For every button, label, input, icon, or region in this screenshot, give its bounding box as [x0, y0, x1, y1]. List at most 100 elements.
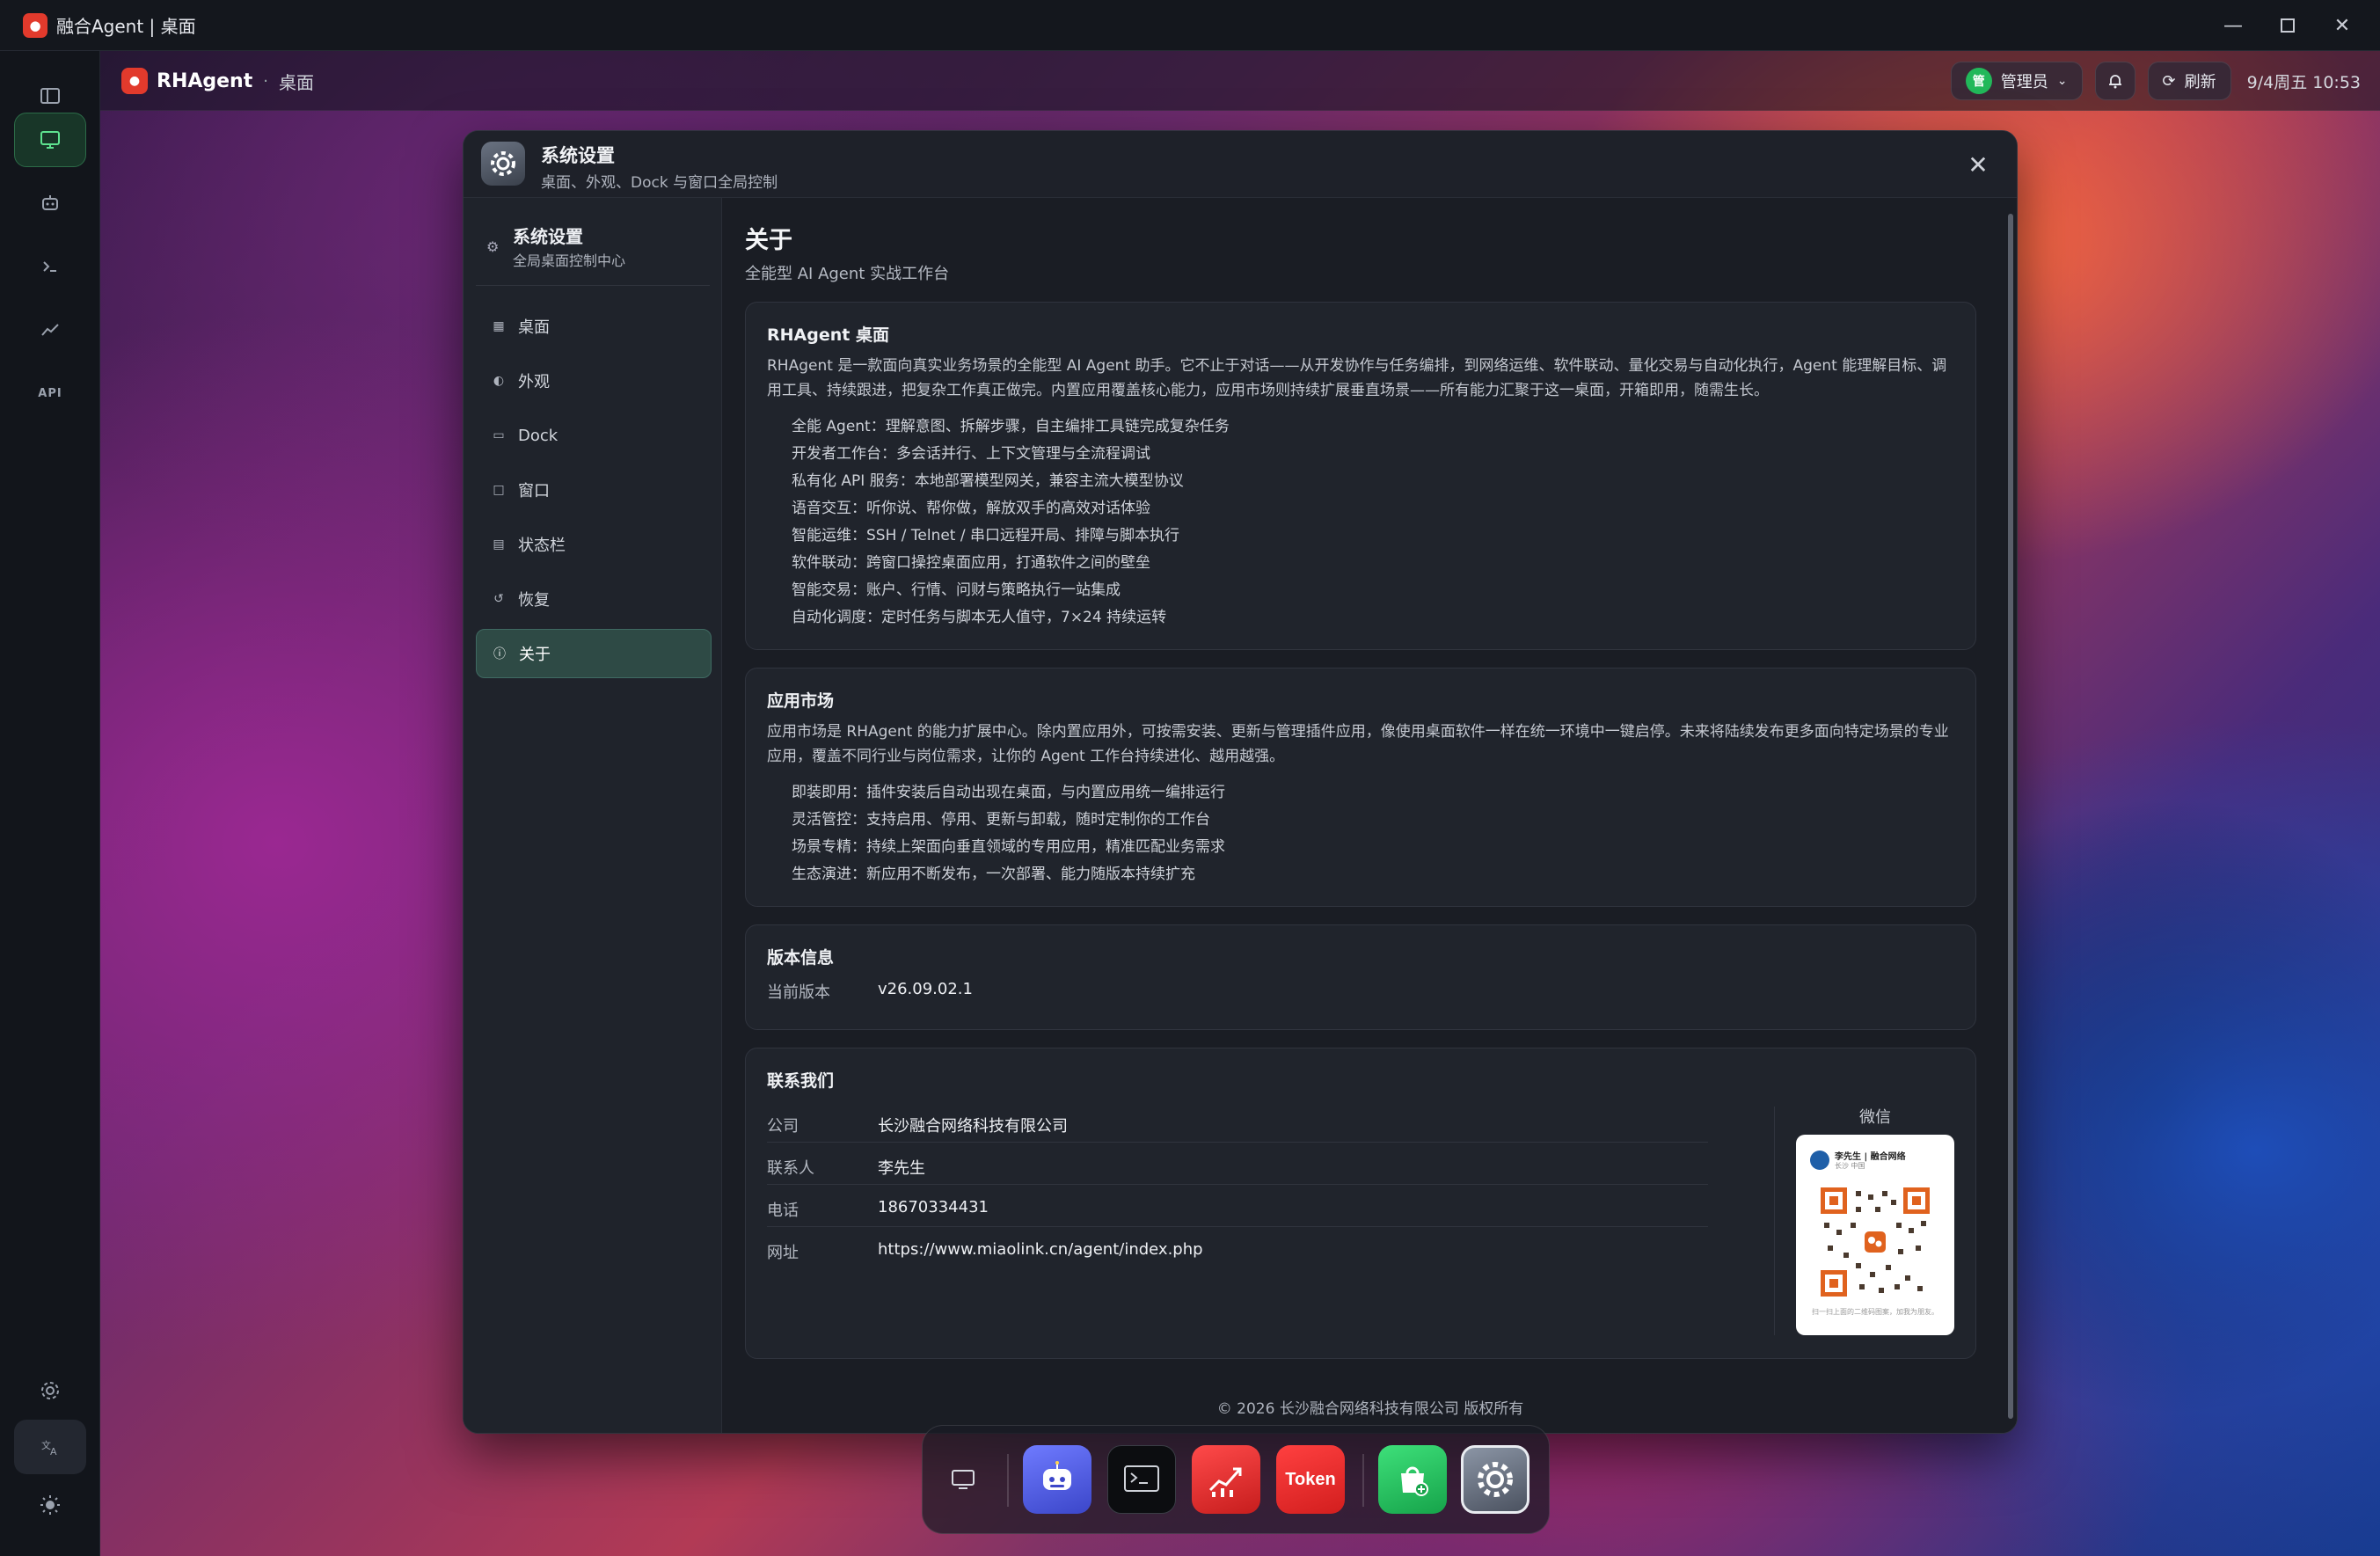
- dock-token-icon[interactable]: Token: [1276, 1445, 1345, 1514]
- contact-value: 18670334431: [878, 1198, 989, 1216]
- list-item: 生态演进：新应用不断发布，一次部署、能力随版本持续扩充: [792, 866, 1195, 883]
- dock: Token: [922, 1425, 1550, 1534]
- version-label: 当前版本: [767, 983, 830, 1002]
- page-title: 关于: [745, 227, 792, 254]
- rail-api-icon[interactable]: API: [14, 366, 86, 420]
- intro-feature-list: 全能 Agent：理解意图、拆解步骤，自主编排工具链完成复杂任务 开发者工作台：…: [792, 413, 1230, 632]
- page-subtitle: 全能型 AI Agent 实战工作台: [745, 265, 950, 283]
- refresh-button[interactable]: ⟳ 刷新: [2147, 62, 2231, 100]
- sidebar-item-label: 窗口: [518, 482, 550, 500]
- qr-location: 长沙 中国: [1835, 1162, 1865, 1170]
- palette-icon: ◐: [493, 374, 505, 388]
- sidebar-item-window[interactable]: □ 窗口: [476, 465, 712, 515]
- minimize-icon[interactable]: —: [2218, 11, 2248, 40]
- divider: [767, 1184, 1708, 1185]
- list-item: 开发者工作台：多会话并行、上下文管理与全流程调试: [792, 445, 1150, 463]
- market-feature-list: 即装即用：插件安装后自动出现在桌面，与内置应用统一编排运行 灵活管控：支持启用、…: [792, 779, 1225, 888]
- sidebar-item-statusbar[interactable]: ▤ 状态栏: [476, 520, 712, 569]
- brand: ● RHAgent · 桌面: [121, 68, 314, 94]
- bell-icon: [2108, 75, 2121, 89]
- version-row: 当前版本 v26.09.02.1: [767, 980, 973, 1003]
- rail-settings-icon[interactable]: [14, 1363, 86, 1418]
- qr-hint: 扫一扫上面的二维码图案，加我为朋友。: [1812, 1308, 1938, 1316]
- version-value: v26.09.02.1: [878, 980, 973, 998]
- maximize-icon[interactable]: [2273, 11, 2303, 40]
- qr-name: 李先生 | 融合网络: [1835, 1152, 1906, 1162]
- sidebar-item-label: 外观: [518, 373, 550, 391]
- intro-title: RHAgent 桌面: [767, 325, 889, 345]
- breadcrumb: 桌面: [278, 71, 314, 93]
- contact-row-website: 网址 https://www.miaolink.cn/agent/index.p…: [767, 1240, 1203, 1263]
- contact-value: 李先生: [878, 1159, 925, 1178]
- sidebar-item-restore[interactable]: ↺ 恢复: [476, 574, 712, 624]
- avatar: 管: [1965, 68, 1992, 94]
- list-item: 私有化 API 服务：本地部署模型网关，兼容主流大模型协议: [792, 472, 1184, 490]
- sidebar-item-about[interactable]: ⓘ 关于: [476, 629, 712, 678]
- window-controls: — ✕: [2218, 0, 2357, 51]
- desktop-wallpaper: ● RHAgent · 桌面 管 管理员 ⌄ ⟳ 刷新 9/4周五 10:53: [100, 51, 2380, 1556]
- svg-text:A: A: [50, 1446, 57, 1457]
- dock-icon: ▭: [493, 428, 505, 442]
- rail-translate-icon[interactable]: 文A: [14, 1420, 86, 1474]
- rail-desktop-icon[interactable]: [14, 113, 86, 167]
- grid-icon: ▦: [493, 319, 505, 333]
- divider: [767, 1226, 1708, 1227]
- contact-title: 联系我们: [767, 1071, 835, 1091]
- rail-robot-icon[interactable]: [14, 176, 86, 230]
- settings-window-header: 系统设置 桌面、外观、Dock 与窗口全局控制 ✕: [464, 131, 2017, 198]
- close-icon[interactable]: ✕: [1964, 150, 1992, 179]
- intro-card: RHAgent 桌面 RHAgent 是一款面向真实业务场景的全能型 AI Ag…: [745, 302, 1976, 650]
- divider: [1774, 1107, 1775, 1335]
- dock-separator: [1362, 1454, 1364, 1507]
- sidebar-item-label: 状态栏: [518, 537, 566, 555]
- about-panel: 关于 全能型 AI Agent 实战工作台 RHAgent 桌面 RHAgent…: [722, 198, 2017, 1433]
- gear-icon: ⚙: [486, 238, 500, 255]
- dock-agent-chat-icon[interactable]: [1023, 1445, 1091, 1514]
- dock-settings-icon[interactable]: [1461, 1445, 1529, 1514]
- brand-logo-icon: ●: [121, 68, 148, 94]
- list-item: 智能运维：SSH / Telnet / 串口远程开局、排障与脚本执行: [792, 527, 1180, 544]
- sidebar-item-label: 关于: [519, 646, 551, 664]
- breadcrumb-separator: ·: [263, 71, 268, 91]
- info-icon: ⓘ: [493, 647, 506, 661]
- datetime: 9/4周五 10:53: [2246, 72, 2361, 92]
- contact-key: 公司: [767, 1117, 799, 1136]
- app-logo-icon: ●: [23, 12, 47, 38]
- dock-trading-chart-icon[interactable]: [1192, 1445, 1260, 1514]
- dock-app-store-icon[interactable]: [1378, 1445, 1447, 1514]
- dock-separator: [1007, 1454, 1009, 1507]
- sidebar-item-desktop[interactable]: ▦ 桌面: [476, 302, 712, 351]
- app-header: ● RHAgent · 桌面 管 管理员 ⌄ ⟳ 刷新 9/4周五 10:53: [100, 51, 2380, 111]
- sidebar-item-appearance[interactable]: ◐ 外观: [476, 356, 712, 405]
- sidebar-header: ⚙ 系统设置 全局桌面控制中心: [476, 214, 710, 286]
- window-icon: □: [493, 483, 505, 497]
- window-title: 系统设置: [541, 145, 615, 166]
- dock-terminal-icon[interactable]: [1107, 1445, 1176, 1514]
- scrollbar[interactable]: [2008, 214, 2013, 1419]
- restore-icon: ↺: [493, 592, 504, 606]
- notification-button[interactable]: [2094, 62, 2135, 100]
- website-link[interactable]: https://www.miaolink.cn/agent/index.php: [878, 1240, 1203, 1263]
- settings-gear-icon: [481, 142, 525, 186]
- rail-theme-icon[interactable]: [14, 1478, 86, 1532]
- statusbar-icon: ▤: [493, 537, 505, 552]
- os-window-title: 融合Agent | 桌面: [56, 16, 196, 37]
- list-item: 灵活管控：支持启用、停用、更新与卸载，随时定制你的工作台: [792, 811, 1210, 829]
- sidebar-item-dock[interactable]: ▭ Dock: [476, 411, 712, 460]
- rail-chart-icon[interactable]: [14, 303, 86, 357]
- rail-terminal-icon[interactable]: [14, 239, 86, 294]
- list-item: 智能交易：账户、行情、问财与策略执行一站集成: [792, 581, 1121, 599]
- contact-key: 电话: [767, 1202, 799, 1220]
- qr-label: 微信: [1859, 1108, 1891, 1127]
- user-label: 管理员: [2000, 73, 2048, 91]
- dock-desktop-icon[interactable]: [937, 1445, 989, 1514]
- copyright-footer: © 2026 长沙融合网络科技有限公司 版权所有: [1216, 1400, 1524, 1418]
- intro-description: RHAgent 是一款面向真实业务场景的全能型 AI Agent 助手。它不止于…: [767, 357, 1947, 399]
- contact-row-phone: 电话 18670334431: [767, 1198, 989, 1221]
- user-menu-button[interactable]: 管 管理员 ⌄: [1950, 62, 2083, 100]
- version-title: 版本信息: [767, 948, 835, 968]
- close-window-icon[interactable]: ✕: [2327, 11, 2357, 40]
- sidebar-title: 系统设置: [513, 226, 583, 247]
- window-subtitle: 桌面、外观、Dock 与窗口全局控制: [541, 174, 778, 192]
- list-item: 软件联动：跨窗口操控桌面应用，打通软件之间的壁垒: [792, 554, 1150, 572]
